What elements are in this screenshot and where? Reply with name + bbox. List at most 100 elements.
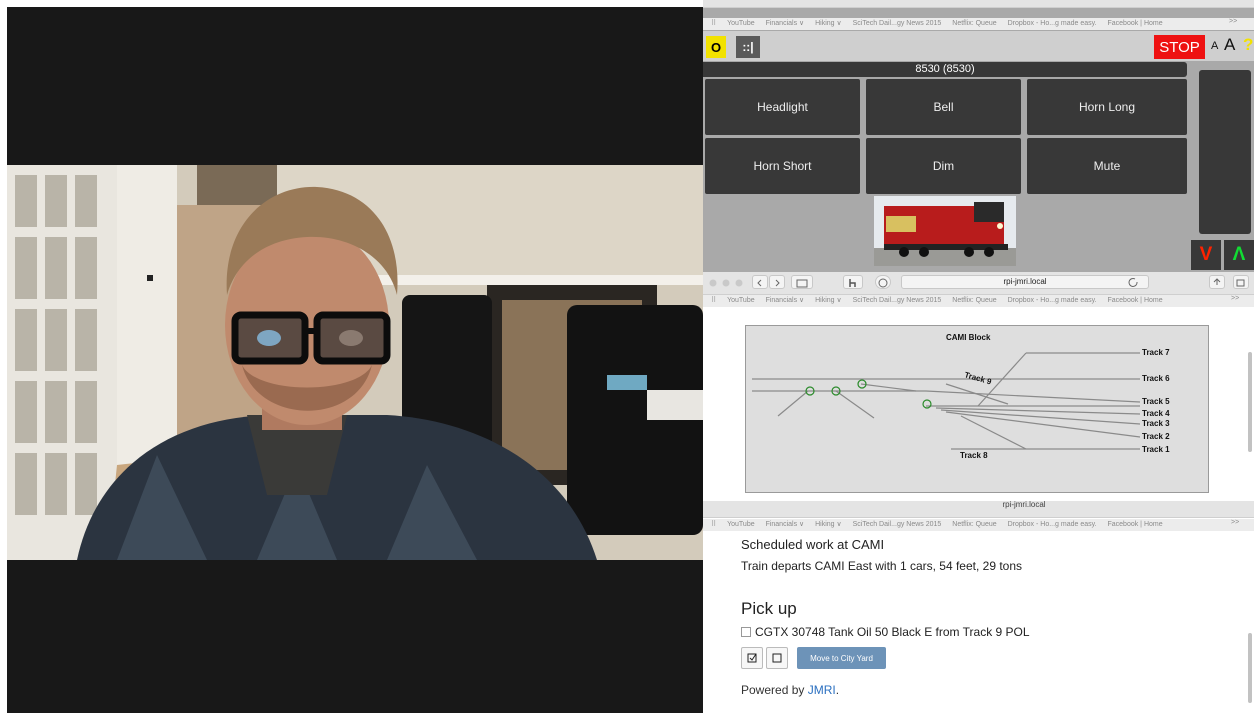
bookmark-facebook[interactable]: Facebook | Home bbox=[1108, 20, 1163, 27]
reverse-button[interactable]: V bbox=[1191, 240, 1221, 270]
function-headlight-button[interactable]: Headlight bbox=[705, 79, 860, 135]
track-8-label: Track 8 bbox=[960, 451, 988, 460]
bookmark-financials[interactable]: Financials ∨ bbox=[766, 297, 805, 304]
bookmark-youtube[interactable]: YouTube bbox=[727, 521, 755, 528]
function-horn-short-button[interactable]: Horn Short bbox=[705, 138, 860, 194]
loco-address: 8530 (8530) bbox=[703, 62, 1187, 77]
bookmarks-overflow[interactable]: >> bbox=[1231, 295, 1239, 302]
jmri-h-icon bbox=[849, 279, 856, 287]
throttle-bookmarks-bar: ⠿ YouTube Financials ∨ Hiking ∨ SciTech … bbox=[703, 18, 1254, 30]
track-4-label: Track 4 bbox=[1142, 409, 1170, 418]
speed-slider[interactable] bbox=[1199, 70, 1251, 234]
bookmark-dropbox[interactable]: Dropbox - Ho...g made easy. bbox=[1008, 521, 1097, 528]
sidebar-icon bbox=[796, 279, 808, 288]
apps-grid-icon[interactable]: ⠿ bbox=[711, 297, 716, 304]
forward-button[interactable]: Λ bbox=[1224, 240, 1254, 270]
info-icon bbox=[878, 278, 888, 288]
manifest-scrollbar[interactable] bbox=[1248, 633, 1252, 703]
share-button[interactable] bbox=[1209, 275, 1225, 289]
tabs-icon bbox=[1236, 279, 1245, 287]
function-bell-button[interactable]: Bell bbox=[866, 79, 1021, 135]
bookmark-scitech[interactable]: SciTech Dail...gy News 2015 bbox=[853, 20, 942, 27]
bookmark-dropbox[interactable]: Dropbox - Ho...g made easy. bbox=[1008, 20, 1097, 27]
panel-address-bar[interactable]: rpi-jmri.local bbox=[901, 275, 1149, 289]
track-7-label: Track 7 bbox=[1142, 348, 1170, 357]
apps-grid-icon[interactable]: ⠿ bbox=[711, 521, 716, 528]
chevron-left-icon bbox=[757, 279, 762, 287]
pickup-heading: Pick up bbox=[741, 599, 797, 618]
apps-grid-icon[interactable]: ⠿ bbox=[711, 20, 716, 27]
bookmark-dropbox[interactable]: Dropbox - Ho...g made easy. bbox=[1008, 297, 1097, 304]
bookmark-youtube[interactable]: YouTube bbox=[727, 297, 755, 304]
bookmark-financials[interactable]: Financials ∨ bbox=[766, 20, 805, 27]
reload-icon[interactable] bbox=[1128, 277, 1138, 287]
sidebar-button[interactable] bbox=[791, 275, 813, 289]
back-button[interactable] bbox=[752, 275, 768, 289]
forward-nav-button[interactable] bbox=[769, 275, 785, 289]
pickup-item-label: CGTX 30748 Tank Oil 50 Black E from Trac… bbox=[755, 625, 1030, 639]
window-controls-icon[interactable] bbox=[709, 279, 749, 288]
help-button[interactable]: ? bbox=[1243, 35, 1253, 55]
chevron-right-icon bbox=[775, 279, 780, 287]
departure-text: Train departs CAMI East with 1 cars, 54 … bbox=[741, 559, 1023, 573]
panel-titlebar: rpi-jmri.local bbox=[703, 272, 1254, 295]
webcam-video bbox=[7, 165, 703, 560]
info-button[interactable] bbox=[875, 275, 891, 289]
powered-by: Powered by JMRI. bbox=[741, 683, 839, 697]
font-large-button[interactable]: A bbox=[1224, 35, 1235, 55]
panel-bookmarks-bar: ⠿ YouTube Financials ∨ Hiking ∨ SciTech … bbox=[703, 295, 1254, 307]
bookmark-youtube[interactable]: YouTube bbox=[727, 20, 755, 27]
key-o-button[interactable]: O bbox=[706, 36, 726, 58]
bookmarks-overflow[interactable]: >> bbox=[1229, 18, 1237, 25]
track-diagram: CAMI Block Track 9 Track 7 Track 6 Track… bbox=[752, 333, 1170, 460]
function-horn-long-button[interactable]: Horn Long bbox=[1027, 79, 1187, 135]
uncheck-all-button[interactable] bbox=[766, 647, 788, 669]
powered-by-label: Powered by bbox=[741, 683, 808, 697]
webcam-panel bbox=[7, 7, 703, 713]
bookmark-facebook[interactable]: Facebook | Home bbox=[1108, 521, 1163, 528]
bookmark-financials[interactable]: Financials ∨ bbox=[766, 521, 805, 528]
bookmark-hiking[interactable]: Hiking ∨ bbox=[815, 521, 842, 528]
check-all-button[interactable] bbox=[741, 647, 763, 669]
manifest-window: rpi-jmri.local ⠿ YouTube Financials ∨ Hi… bbox=[703, 501, 1254, 713]
pickup-item: CGTX 30748 Tank Oil 50 Black E from Trac… bbox=[741, 625, 1030, 639]
powered-by-period: . bbox=[835, 683, 840, 697]
webcam-person-image bbox=[7, 165, 703, 560]
track-3-label: Track 3 bbox=[1142, 419, 1170, 428]
manifest-titlebar: rpi-jmri.local bbox=[703, 501, 1254, 518]
track-2-label: Track 2 bbox=[1142, 432, 1170, 441]
function-dim-button[interactable]: Dim bbox=[866, 138, 1021, 194]
pickup-checkbox[interactable] bbox=[741, 627, 751, 637]
locomotive-image bbox=[874, 196, 1016, 266]
bookmark-scitech[interactable]: SciTech Dail...gy News 2015 bbox=[853, 297, 942, 304]
bookmark-facebook[interactable]: Facebook | Home bbox=[1108, 297, 1163, 304]
jmri-link[interactable]: JMRI bbox=[808, 683, 836, 697]
bookmark-netflix[interactable]: Netflix: Queue bbox=[952, 521, 996, 528]
keypad-button[interactable]: ::| bbox=[736, 36, 760, 58]
checked-box-icon bbox=[747, 653, 757, 663]
throttle-window: ⠿ YouTube Financials ∨ Hiking ∨ SciTech … bbox=[703, 0, 1254, 272]
bookmark-netflix[interactable]: Netflix: Queue bbox=[952, 297, 996, 304]
bookmark-scitech[interactable]: SciTech Dail...gy News 2015 bbox=[853, 521, 942, 528]
track-6-label: Track 6 bbox=[1142, 374, 1170, 383]
empty-box-icon bbox=[772, 653, 782, 663]
scheduled-work-text: Scheduled work at CAMI bbox=[741, 537, 885, 552]
track-5-label: Track 5 bbox=[1142, 397, 1170, 406]
bookmark-hiking[interactable]: Hiking ∨ bbox=[815, 20, 842, 27]
panel-url: rpi-jmri.local bbox=[1003, 277, 1047, 286]
manifest-bookmarks-bar: ⠿ YouTube Financials ∨ Hiking ∨ SciTech … bbox=[703, 519, 1254, 531]
extension-button[interactable] bbox=[843, 275, 863, 289]
font-small-button[interactable]: A bbox=[1211, 40, 1218, 52]
bookmarks-overflow[interactable]: >> bbox=[1231, 519, 1239, 526]
stop-button[interactable]: STOP bbox=[1154, 35, 1205, 59]
cami-track-panel: CAMI Block Track 9 Track 7 Track 6 Track… bbox=[745, 325, 1209, 493]
move-to-city-yard-button[interactable]: Move to City Yard bbox=[797, 647, 886, 669]
function-mute-button[interactable]: Mute bbox=[1027, 138, 1187, 194]
tabs-button[interactable] bbox=[1233, 275, 1249, 289]
panel-scrollbar[interactable] bbox=[1248, 352, 1252, 452]
throttle-titlebar bbox=[703, 0, 1254, 8]
bookmark-hiking[interactable]: Hiking ∨ bbox=[815, 297, 842, 304]
bookmark-netflix[interactable]: Netflix: Queue bbox=[952, 20, 996, 27]
turnout-circles bbox=[805, 379, 932, 409]
share-icon bbox=[1213, 278, 1221, 285]
